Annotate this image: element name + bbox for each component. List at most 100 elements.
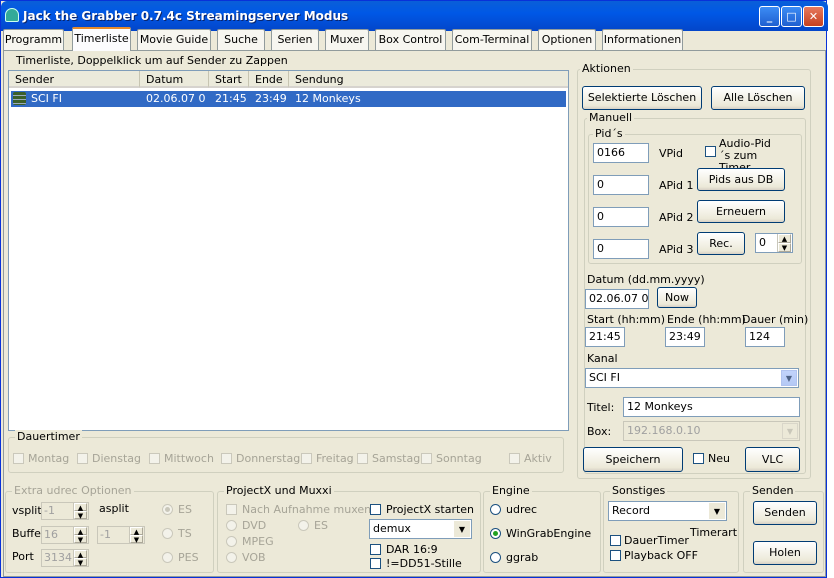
tab-com-terminal[interactable]: Com-Terminal bbox=[452, 29, 532, 50]
vsplit-spinner[interactable]: ▲ ▼ bbox=[73, 503, 87, 520]
radio-udrec-label: udrec bbox=[506, 503, 538, 516]
senden-button[interactable]: Senden bbox=[753, 501, 817, 525]
rec-button[interactable]: Rec. bbox=[697, 232, 745, 255]
kanal-label: Kanal bbox=[587, 352, 618, 365]
radio-ts[interactable] bbox=[162, 528, 173, 539]
holen-button[interactable]: Holen bbox=[753, 541, 817, 565]
pids-aus-db-button[interactable]: Pids aus DB bbox=[697, 168, 785, 191]
radio-es[interactable] bbox=[162, 504, 173, 515]
tab-box-control[interactable]: Box Control bbox=[375, 29, 446, 50]
label-samstag: Samstag bbox=[372, 452, 421, 465]
chevron-down-icon[interactable]: ▼ bbox=[781, 370, 797, 386]
now-button[interactable]: Now bbox=[657, 287, 697, 308]
dd51-checkbox[interactable] bbox=[370, 558, 381, 569]
erneuern-button[interactable]: Erneuern bbox=[697, 200, 785, 223]
checkbox-samstag[interactable] bbox=[357, 453, 368, 464]
vsplit-label: vsplit bbox=[12, 504, 42, 517]
column-datum[interactable]: Datum bbox=[140, 71, 209, 88]
radio-pes[interactable] bbox=[162, 552, 173, 563]
delete-selected-button[interactable]: Selektierte Löschen bbox=[582, 86, 702, 110]
buffer-spinner[interactable]: ▲ ▼ bbox=[73, 527, 87, 544]
apid2-input[interactable]: 0 bbox=[593, 207, 649, 227]
tab-informationen[interactable]: Informationen bbox=[602, 29, 683, 50]
apid3-label: APid 3 bbox=[659, 243, 694, 256]
cell-datum: 02.06.07 0 bbox=[146, 92, 206, 105]
tab-movie-guide[interactable]: Movie Guide bbox=[137, 29, 211, 50]
column-ende[interactable]: Ende bbox=[249, 71, 289, 88]
dar-checkbox[interactable] bbox=[370, 544, 381, 555]
start-input[interactable]: 21:45 bbox=[585, 327, 625, 347]
minimize-button[interactable]: _ bbox=[759, 6, 780, 27]
radio-ggrab[interactable] bbox=[490, 552, 501, 563]
kanal-select[interactable]: SCI FI ▼ bbox=[585, 368, 799, 388]
label-sonntag: Sonntag bbox=[436, 452, 482, 465]
vpid-label: VPid bbox=[659, 147, 683, 160]
timerlist-group: Timerliste, Doppelklick um auf Sender zu… bbox=[5, 54, 573, 432]
vlc-button[interactable]: VLC bbox=[745, 447, 800, 472]
tab-optionen[interactable]: Optionen bbox=[538, 29, 596, 50]
apid3-input[interactable]: 0 bbox=[593, 239, 649, 259]
column-start[interactable]: Start bbox=[209, 71, 249, 88]
neu-checkbox[interactable] bbox=[693, 453, 704, 464]
nach-aufnahme-checkbox[interactable] bbox=[226, 504, 237, 515]
datum-input[interactable]: 02.06.07 0 bbox=[585, 289, 649, 309]
radio-wingrabengine[interactable] bbox=[490, 528, 501, 539]
record-select[interactable]: Record ▼ bbox=[608, 501, 727, 521]
checkbox-donnerstag[interactable] bbox=[221, 453, 232, 464]
box-select[interactable]: 192.168.0.10 ▼ bbox=[623, 421, 800, 441]
checkbox-montag[interactable] bbox=[13, 453, 24, 464]
chevron-down-icon[interactable]: ▼ bbox=[782, 423, 798, 439]
checkbox-aktiv[interactable] bbox=[509, 453, 520, 464]
playback-off-checkbox[interactable] bbox=[610, 550, 621, 561]
checkbox-freitag[interactable] bbox=[301, 453, 312, 464]
radio-vob[interactable] bbox=[226, 552, 237, 563]
apid1-input[interactable]: 0 bbox=[593, 175, 649, 195]
projectx-mode-select[interactable]: demux ▼ bbox=[369, 519, 472, 539]
maximize-button[interactable]: □ bbox=[781, 6, 802, 27]
port-spinner[interactable]: ▲ ▼ bbox=[73, 550, 87, 567]
tab-programm[interactable]: Programm bbox=[3, 29, 64, 50]
tab-suche[interactable]: Suche bbox=[217, 29, 265, 50]
udrec-group: Extra udrec Optionen vsplit -1 ▲ ▼ asplit… bbox=[5, 484, 214, 573]
box-label: Box: bbox=[587, 425, 612, 438]
column-sender[interactable]: Sender bbox=[9, 71, 140, 88]
record-value: Record bbox=[612, 504, 651, 517]
dauertimer-checkbox[interactable] bbox=[610, 535, 621, 546]
table-row[interactable]: SCI FI 02.06.07 0 21:45 23:49 12 Monkeys bbox=[11, 91, 566, 107]
column-sendung[interactable]: Sendung bbox=[289, 71, 568, 88]
radio-projectx-es[interactable] bbox=[298, 520, 309, 531]
tab-serien[interactable]: Serien bbox=[271, 29, 319, 50]
delete-all-button[interactable]: Alle Löschen bbox=[711, 86, 805, 110]
titel-input[interactable]: 12 Monkeys bbox=[623, 397, 800, 417]
radio-mpeg[interactable] bbox=[226, 536, 237, 547]
projectx-starten-checkbox[interactable] bbox=[370, 504, 381, 515]
chevron-down-icon[interactable]: ▼ bbox=[709, 503, 725, 519]
close-button[interactable]: ✕ bbox=[803, 6, 824, 27]
radio-projectx-es-label: ES bbox=[314, 519, 328, 532]
radio-udrec[interactable] bbox=[490, 504, 501, 515]
chevron-down-icon[interactable]: ▼ bbox=[454, 521, 470, 537]
dauer-label: Dauer (min) bbox=[742, 313, 809, 326]
radio-pes-label: PES bbox=[178, 551, 199, 564]
checkbox-mittwoch[interactable] bbox=[149, 453, 160, 464]
asplit-spinner[interactable]: ▲ ▼ bbox=[129, 527, 143, 544]
dauertimer-label: Dauertimer bbox=[15, 430, 82, 443]
vpid-input[interactable]: 0166 bbox=[593, 143, 649, 163]
tab-timerliste[interactable]: Timerliste bbox=[72, 27, 131, 51]
audio-pid-timer-checkbox[interactable] bbox=[705, 146, 716, 157]
cell-sendung: 12 Monkeys bbox=[295, 92, 361, 105]
dauer-input[interactable]: 124 bbox=[745, 327, 785, 347]
checkbox-dienstag[interactable] bbox=[77, 453, 88, 464]
checkbox-sonntag[interactable] bbox=[421, 453, 432, 464]
tab-muxer[interactable]: Muxer bbox=[325, 29, 369, 50]
aktionen-group: Aktionen Selektierte Löschen Alle Lösche… bbox=[577, 62, 811, 479]
rec-spinner[interactable]: ▲ ▼ bbox=[777, 234, 791, 252]
speichern-button[interactable]: Speichern bbox=[583, 447, 683, 472]
ende-input[interactable]: 23:49 bbox=[665, 327, 705, 347]
apid2-label: APid 2 bbox=[659, 211, 694, 224]
neu-label: Neu bbox=[708, 452, 730, 465]
channel-icon bbox=[13, 92, 26, 105]
timerlist-table[interactable]: Sender Datum Start Ende Sendung SCI FI 0… bbox=[8, 70, 569, 431]
radio-dvd[interactable] bbox=[226, 520, 237, 531]
aktionen-label: Aktionen bbox=[580, 62, 633, 75]
